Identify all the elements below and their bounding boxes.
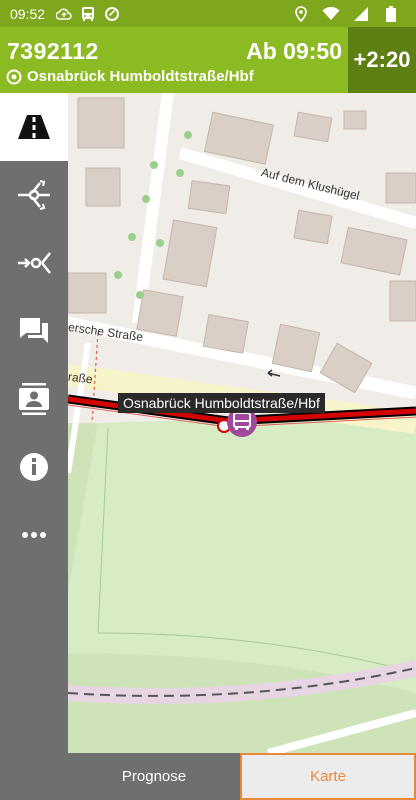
location-icon — [292, 5, 310, 23]
tab-karte[interactable]: Karte — [240, 753, 416, 800]
street-label-bus-road: raße — [68, 369, 94, 387]
signal-icon — [352, 5, 370, 23]
status-bar: 09:52 — [0, 0, 416, 27]
data-saver-icon — [103, 5, 121, 23]
status-time: 09:52 — [10, 5, 46, 22]
current-stop: Osnabrück Humboldtstraße/Hbf — [6, 68, 254, 85]
bus-status-icon — [79, 5, 97, 23]
cloud-upload-icon — [55, 5, 73, 23]
delay-indicator[interactable]: +2:20 — [348, 27, 416, 93]
target-stop-icon — [6, 69, 22, 84]
map-view[interactable]: Auf dem Klushügel ersche Straße raße Osn… — [68, 93, 416, 753]
trip-header: 7392112 Ab 09:50 Osnabrück Humboldtstraß… — [0, 27, 416, 93]
sidebar-item-more[interactable] — [0, 501, 68, 569]
departure-time: Ab 09:50 — [246, 38, 342, 64]
stop-name: Osnabrück Humboldtstraße/Hbf — [27, 68, 254, 85]
tab-prognose[interactable]: Prognose — [68, 753, 240, 800]
road-icon — [18, 115, 50, 139]
delay-value: +2:20 — [353, 47, 411, 72]
contact-card-icon — [19, 383, 49, 415]
sidebar-item-road[interactable] — [0, 93, 68, 161]
route-branch-icon — [18, 180, 50, 210]
more-icon — [22, 532, 46, 538]
route-merge-icon — [18, 252, 51, 274]
sidebar-item-route-merge[interactable] — [0, 229, 68, 297]
wifi-icon — [322, 5, 340, 23]
sidebar — [0, 93, 68, 800]
sidebar-item-info[interactable] — [0, 433, 68, 501]
sidebar-item-messages[interactable] — [0, 297, 68, 365]
info-icon — [20, 453, 48, 481]
sidebar-item-route-branch[interactable] — [0, 161, 68, 229]
status-right-icons — [292, 5, 406, 23]
map-stop-label: Osnabrück Humboldtstraße/Hbf — [118, 393, 325, 413]
road-vertical — [132, 93, 174, 324]
map-canvas — [68, 93, 416, 753]
battery-icon — [382, 5, 400, 23]
sidebar-item-contact[interactable] — [0, 365, 68, 433]
trip-number: 7392112 — [7, 38, 99, 64]
park-area — [68, 413, 416, 693]
messages-icon — [20, 318, 48, 343]
bottom-tabs: Prognose Karte — [68, 753, 416, 800]
